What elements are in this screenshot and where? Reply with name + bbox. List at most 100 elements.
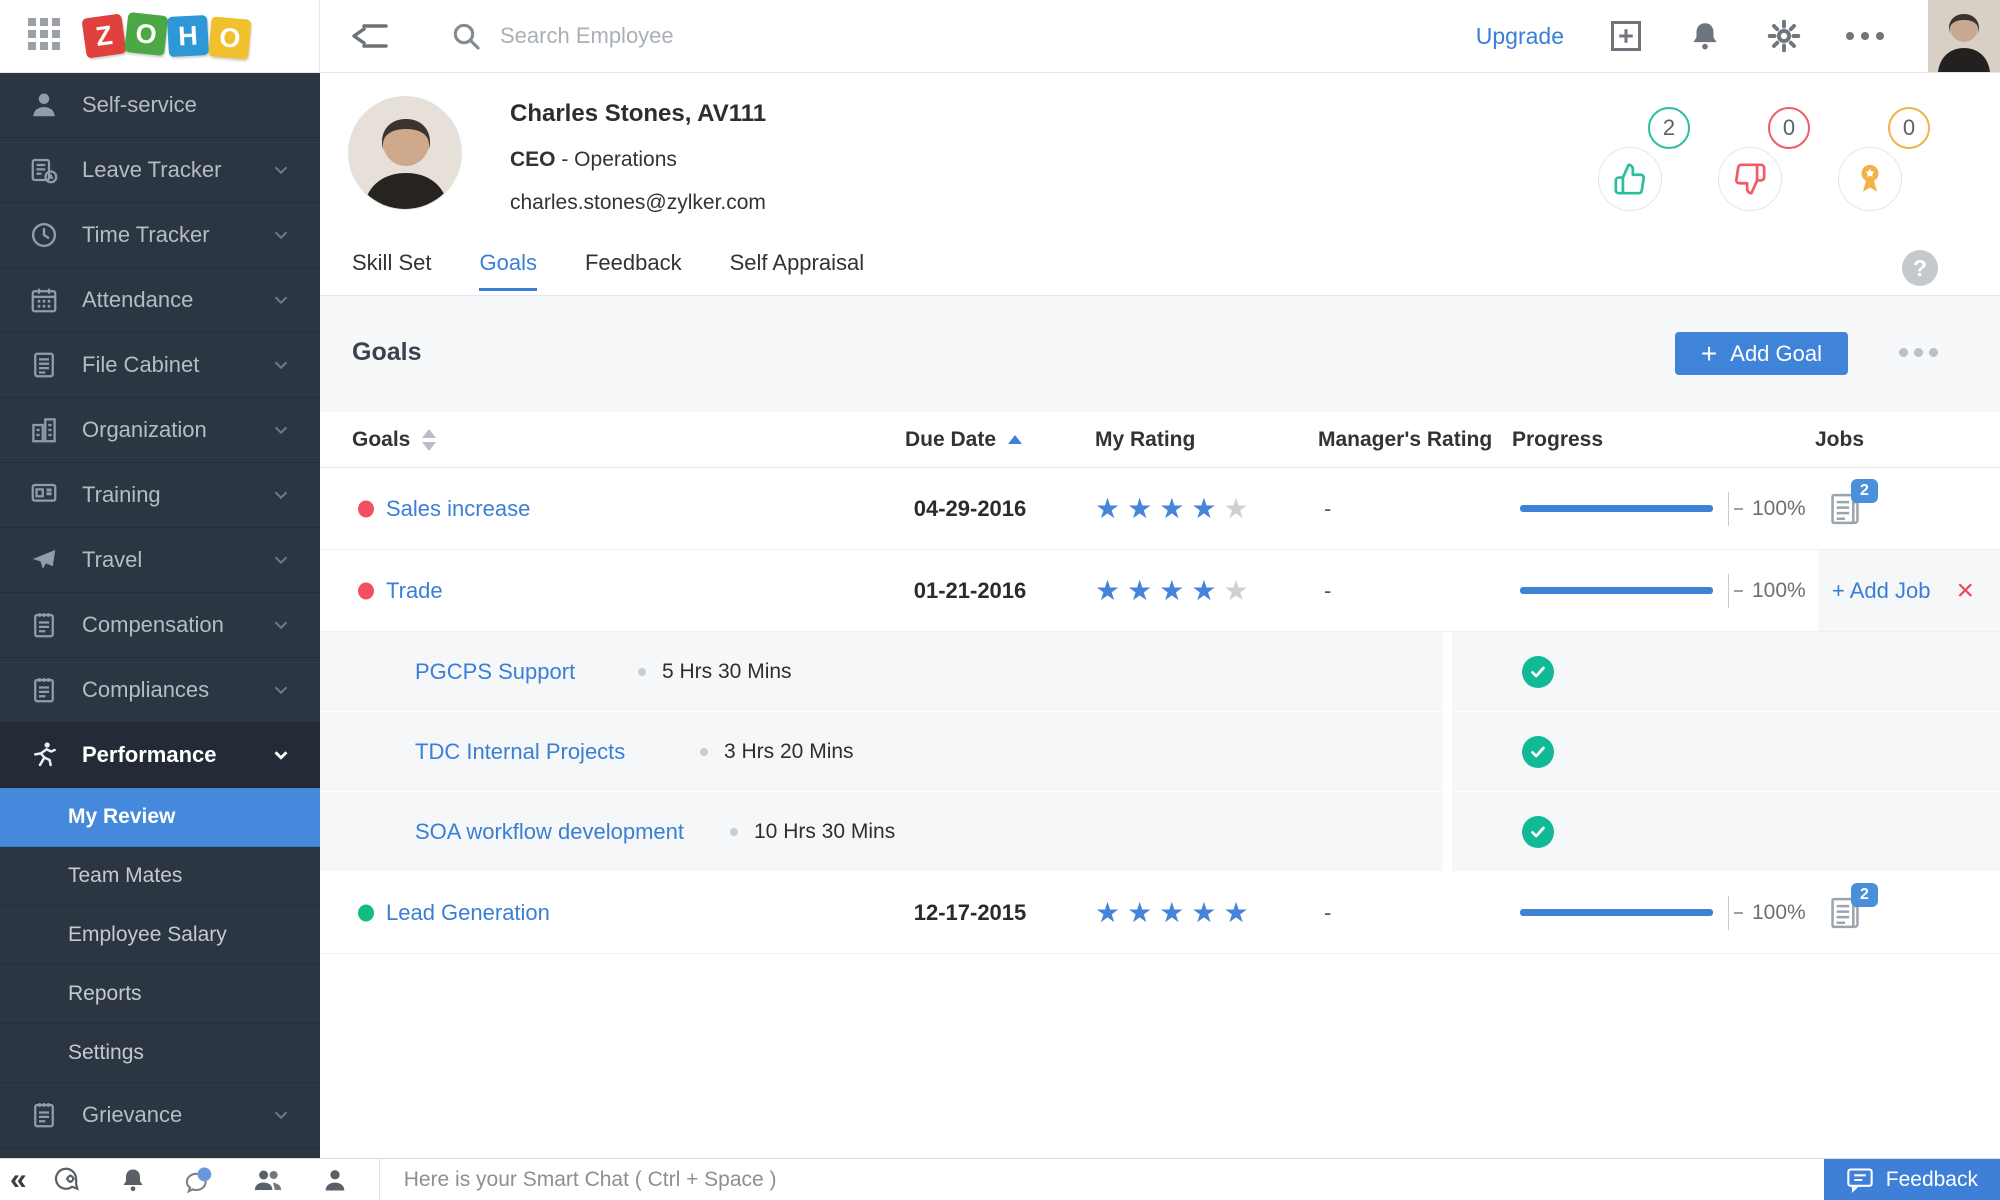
jobs-count-button[interactable]: 2 xyxy=(1828,478,1878,527)
goal-link[interactable]: Lead Generation xyxy=(386,900,550,926)
smart-chat-icon[interactable] xyxy=(185,1165,215,1195)
sort-icon[interactable] xyxy=(422,428,437,451)
tab-self-appraisal[interactable]: Self Appraisal xyxy=(730,250,865,290)
star-icon[interactable]: ★ xyxy=(1095,898,1120,927)
sidebar-item-attendance[interactable]: Attendance xyxy=(0,268,320,333)
progress-bar xyxy=(1520,505,1713,512)
notifications-icon[interactable] xyxy=(1688,19,1722,53)
chat-settings-icon[interactable] xyxy=(51,1165,81,1195)
add-job-link[interactable]: + Add Job xyxy=(1832,578,1930,604)
sidebar-item-file-cabinet[interactable]: File Cabinet xyxy=(0,333,320,398)
employee-badges: 2 0 0 xyxy=(1596,107,1930,213)
buildings-icon xyxy=(28,415,60,445)
employee-role-title: CEO xyxy=(510,148,556,171)
training-board-icon xyxy=(28,480,60,510)
star-icon[interactable]: ★ xyxy=(1159,576,1184,605)
manager-rating-value: - xyxy=(1324,495,1332,521)
column-header-due-date[interactable]: Due Date xyxy=(905,427,1023,452)
tab-goals[interactable]: Goals xyxy=(479,250,538,291)
performance-runner-icon xyxy=(28,740,60,770)
star-icon[interactable]: ★ xyxy=(1191,576,1216,605)
goal-link[interactable]: Trade xyxy=(386,578,443,604)
goal-status-dot xyxy=(358,582,374,599)
job-meta: 10 Hrs 30 Mins xyxy=(730,820,895,844)
jobs-count-button[interactable]: 2 xyxy=(1828,882,1878,931)
sidebar-item-compensation[interactable]: Compensation xyxy=(0,593,320,658)
close-icon[interactable]: × xyxy=(1956,575,1974,606)
star-icon[interactable]: ★ xyxy=(1095,494,1120,523)
user-avatar[interactable] xyxy=(1928,0,2000,72)
star-icon[interactable]: ★ xyxy=(1223,898,1248,927)
job-meta: 5 Hrs 30 Mins xyxy=(638,660,792,684)
notifications-icon[interactable] xyxy=(119,1166,147,1194)
smart-chat-hint[interactable]: Here is your Smart Chat ( Ctrl + Space ) xyxy=(404,1168,777,1192)
upgrade-link[interactable]: Upgrade xyxy=(1476,23,1564,50)
collapse-chat-bar-icon[interactable]: « xyxy=(10,1164,27,1195)
goal-link[interactable]: Sales increase xyxy=(386,496,530,522)
sidebar-item-performance[interactable]: Performance xyxy=(0,723,320,788)
star-icon[interactable]: ★ xyxy=(1191,494,1216,523)
job-link[interactable]: PGCPS Support xyxy=(415,659,575,685)
sidebar-item-label: Attendance xyxy=(82,287,194,312)
sidebar-item-leave-tracker[interactable]: Leave Tracker xyxy=(0,138,320,203)
sidebar-subitem-my-review[interactable]: My Review xyxy=(0,788,320,847)
sidebar-item-travel[interactable]: Travel xyxy=(0,528,320,593)
column-header-label: Due Date xyxy=(905,427,997,451)
sidebar-item-organization[interactable]: Organization xyxy=(0,398,320,463)
star-icon[interactable]: ★ xyxy=(1159,898,1184,927)
settings-gear-icon[interactable] xyxy=(1766,18,1802,54)
sidebar-item-training[interactable]: Training xyxy=(0,463,320,528)
search-input[interactable] xyxy=(500,23,920,49)
awards-badge[interactable]: 0 xyxy=(1836,107,1930,213)
star-icon[interactable]: ★ xyxy=(1223,494,1248,523)
thumbs-down-badge[interactable]: 0 xyxy=(1716,107,1810,213)
employee-email: charles.stones@zylker.com xyxy=(510,191,766,214)
sidebar-item-self-service[interactable]: Self-service xyxy=(0,73,320,138)
person-icon xyxy=(28,90,60,120)
thumbs-up-badge[interactable]: 2 xyxy=(1596,107,1690,213)
zoho-logo[interactable]: Z O H O xyxy=(81,12,252,60)
sidebar-item-label: Performance xyxy=(82,742,217,767)
sidebar-item-grievance[interactable]: Grievance xyxy=(0,1083,320,1148)
star-icon[interactable]: ★ xyxy=(1127,494,1152,523)
goal-due-date: 01-21-2016 xyxy=(913,577,1027,603)
dot-separator xyxy=(730,827,738,836)
employee-photo[interactable] xyxy=(348,96,462,210)
sidebar-item-time-tracker[interactable]: Time Tracker xyxy=(0,203,320,268)
sidebar-subitem-team-mates[interactable]: Team Mates xyxy=(0,847,320,906)
progress-percent: 100% xyxy=(1752,578,1806,602)
star-icon[interactable]: ★ xyxy=(1127,898,1152,927)
star-icon[interactable]: ★ xyxy=(1159,494,1184,523)
jobs-count-badge: 2 xyxy=(1851,882,1878,907)
job-link[interactable]: SOA workflow development xyxy=(415,819,684,845)
goals-more-options-icon[interactable] xyxy=(1899,348,1938,357)
add-goal-button[interactable]: + Add Goal xyxy=(1674,332,1848,375)
more-options-icon[interactable] xyxy=(1846,32,1884,40)
feedback-button[interactable]: Feedback xyxy=(1823,1158,2000,1200)
tab-skill-set[interactable]: Skill Set xyxy=(352,250,431,290)
sidebar-subitem-employee-salary[interactable]: Employee Salary xyxy=(0,906,320,965)
sidebar-item-compliances[interactable]: Compliances xyxy=(0,658,320,723)
star-icon[interactable]: ★ xyxy=(1127,576,1152,605)
app-grid-icon[interactable] xyxy=(26,16,62,57)
employee-name: Charles Stones, AV111 xyxy=(510,100,767,127)
sidebar-subitem-settings[interactable]: Settings xyxy=(0,1024,320,1083)
tab-feedback[interactable]: Feedback xyxy=(585,250,682,290)
star-icon[interactable]: ★ xyxy=(1095,576,1120,605)
goal-status-dot xyxy=(358,500,374,517)
add-icon[interactable] xyxy=(1608,18,1644,54)
goal-row-trade: Trade 01-21-2016 ★ ★ ★ ★ ★ - 100% + Add Job … xyxy=(320,550,2000,632)
help-icon[interactable]: ? xyxy=(1902,250,1938,286)
star-icon[interactable]: ★ xyxy=(1223,576,1248,605)
sidebar-item-label: Leave Tracker xyxy=(82,157,222,182)
goal-due-date: 12-17-2015 xyxy=(913,899,1027,925)
profile-icon[interactable] xyxy=(321,1166,349,1194)
job-link[interactable]: TDC Internal Projects xyxy=(415,739,625,765)
collapse-sidebar-icon[interactable] xyxy=(350,20,390,52)
star-icon[interactable]: ★ xyxy=(1191,898,1216,927)
sidebar-subitem-reports[interactable]: Reports xyxy=(0,965,320,1024)
contacts-icon[interactable] xyxy=(253,1165,283,1195)
column-header-goals[interactable]: Goals xyxy=(352,428,437,452)
leave-tracker-icon xyxy=(28,155,60,185)
job-complete-check-icon xyxy=(1522,655,1554,688)
